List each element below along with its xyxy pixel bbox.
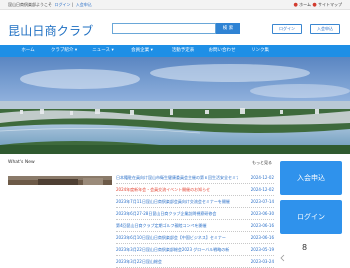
sidebar-join-button[interactable]: 入会申込 [280, 161, 342, 195]
news-item-title[interactable]: 第4回昆山日商クラブ定期ゴルフ親睦コンペを開催 [116, 220, 238, 231]
thumbnail-photo-illustration [8, 176, 112, 185]
news-item-title[interactable]: 2023年3月22日昆山日商倶楽部総会2023 グローバル戦略の新 [116, 244, 238, 255]
nav-home[interactable]: ホーム [14, 45, 42, 57]
news-list: 日本籍駐在員向け昆山市衛生健康委員会主催の第６回生活安全セミナー 2024-12… [116, 172, 274, 268]
news-item[interactable]: 2023年3月22日昆山総会 2023-03-24 [116, 256, 274, 268]
news-item-date: 2023-06-16 [250, 235, 274, 240]
carousel-arrows [280, 247, 342, 262]
welcome-area: 昆山日商倶楽部ようこそ ログイン | 入会申込 [8, 2, 92, 7]
nav-club-intro[interactable]: クラブ紹介 ▾ [47, 45, 81, 57]
sitemap-link[interactable]: サイトマップ [318, 2, 342, 7]
news-item-title[interactable]: 2023年3月22日昆山総会 [116, 256, 238, 267]
main-nav: ホーム クラブ紹介 ▾ ニュース ▾ 会員企業 ▾ 活動予定表 お問い合わせ リ… [0, 45, 350, 57]
news-item[interactable]: 2023年7月11日昆山日商倶楽部会員向け交流会セミナーを開催 2023-07-… [116, 196, 274, 208]
nav-event-schedule[interactable]: 活動予定表 [166, 45, 200, 57]
news-item-title[interactable]: 2023年7月11日昆山日商倶楽部会員向け交流会セミナーを開催 [116, 196, 238, 207]
nav-member-companies[interactable]: 会員企業 ▾ [125, 45, 159, 57]
nav-news[interactable]: ニュース ▾ [86, 45, 120, 57]
news-item-title[interactable]: 日本籍駐在員向け昆山市衛生健康委員会主催の第６回生活安全セミナー [116, 172, 238, 183]
news-item-date: 2023-07-14 [250, 199, 274, 204]
welcome-text: 昆山日商倶楽部ようこそ [8, 2, 52, 7]
news-item-date: 2023-05-19 [250, 247, 274, 252]
site-title[interactable]: 昆山日商クラブ [8, 22, 93, 39]
news-item-title[interactable]: 2023年6月27-28日昆山日商クラブ企業訪問視察研修会 [116, 208, 238, 219]
nav-contact[interactable]: お問い合わせ [204, 45, 240, 57]
header-login-button[interactable]: ログイン [272, 24, 302, 34]
news-item-date: 2023-06-16 [250, 223, 274, 228]
top-join-link[interactable]: 入会申込 [76, 2, 92, 7]
news-thumbnail-image[interactable] [8, 173, 112, 185]
whats-new-heading: What's New [8, 160, 35, 165]
more-link[interactable]: もっと見る [252, 160, 272, 166]
news-item[interactable]: 日本籍駐在員向け昆山市衛生健康委員会主催の第６回生活安全セミナー 2024-12… [116, 172, 274, 184]
news-item[interactable]: 2023年6月10日昆山日商倶楽部会【中国ビジネス】セミナー 2023-06-1… [116, 232, 274, 244]
search-button[interactable]: 検 索 [216, 23, 240, 34]
news-item-title[interactable]: 2023年6月10日昆山日商倶楽部会【中国ビジネス】セミナー [116, 232, 238, 243]
chevron-left-icon[interactable] [280, 254, 342, 262]
top-utility-bar: 昆山日商倶楽部ようこそ ログイン | 入会申込 ● ホーム ● サイトマップ [0, 0, 350, 10]
banner-photo-illustration [0, 57, 350, 154]
hero-banner-image [0, 57, 350, 154]
search-input[interactable] [112, 23, 216, 34]
top-right-links: ● ホーム ● サイトマップ [294, 0, 342, 10]
top-login-link[interactable]: ログイン [55, 2, 71, 7]
nav-links[interactable]: リンク集 [245, 45, 275, 57]
news-item-date: 2023-03-24 [250, 259, 274, 264]
home-link[interactable]: ホーム [299, 2, 311, 7]
news-item-date: 2023-06-30 [250, 211, 274, 216]
news-item[interactable]: 2023年6月27-28日昆山日商クラブ企業訪問視察研修会 2023-06-30 [116, 208, 274, 220]
news-item[interactable]: 第4回昆山日商クラブ定期ゴルフ親睦コンペを開催 2023-06-16 [116, 220, 274, 232]
sitemap-dot-icon: ● [312, 2, 317, 8]
news-item-title[interactable]: 2024年度新年会・会員交流イベント開催のお知らせ [116, 184, 238, 195]
home-dot-icon: ● [293, 2, 298, 8]
news-item-date: 2024-12-02 [250, 175, 274, 180]
header-join-button[interactable]: 入会申込 [310, 24, 340, 34]
news-item[interactable]: 2023年3月22日昆山日商倶楽部総会2023 グローバル戦略の新 2023-0… [116, 244, 274, 256]
sidebar-login-button[interactable]: ログイン [280, 200, 342, 234]
news-item-date: 2024-12-02 [250, 187, 274, 192]
news-item[interactable]: 2024年度新年会・会員交流イベント開催のお知らせ 2024-12-02 [116, 184, 274, 196]
